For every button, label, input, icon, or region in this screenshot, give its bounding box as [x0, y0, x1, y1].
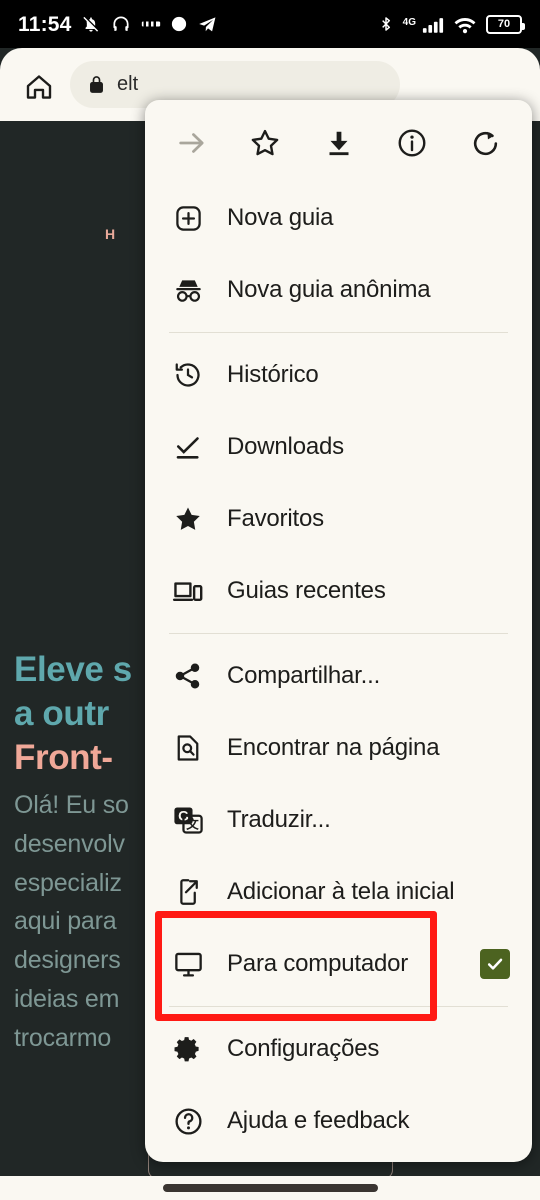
status-bar-left: 11:54: [18, 14, 218, 35]
wifi-icon: [454, 17, 476, 33]
page-info-button[interactable]: [391, 122, 433, 164]
menu-divider: [169, 332, 508, 333]
overflow-menu: Nova guia Nova guia anônima Histórico Do…: [145, 100, 532, 1162]
downloads-icon: [171, 432, 205, 462]
menu-item-label: Favoritos: [227, 505, 324, 532]
menu-item-label: Downloads: [227, 433, 344, 460]
recent-tabs-icon: [171, 575, 205, 607]
menu-item-label: Nova guia: [227, 204, 334, 231]
menu-divider: [169, 633, 508, 634]
status-bar-clock: 11:54: [18, 12, 72, 36]
bluetooth-icon: [381, 17, 390, 31]
lock-icon: [90, 76, 103, 93]
system-navigation-bar: [0, 1176, 540, 1200]
url-text: elt: [117, 73, 139, 95]
checkmark-icon: [487, 958, 503, 970]
translate-icon: G 文: [171, 804, 205, 836]
help-icon: [171, 1106, 205, 1137]
menu-item-recent-tabs[interactable]: Guias recentes: [145, 555, 532, 627]
menu-item-request-desktop-site[interactable]: Para computador: [145, 928, 532, 1000]
incognito-icon: [171, 274, 205, 307]
app-badge-icon: [141, 19, 160, 29]
telegram-icon: [198, 16, 215, 31]
forward-button[interactable]: [171, 122, 213, 164]
menu-item-new-incognito-tab[interactable]: Nova guia anônima: [145, 254, 532, 326]
menu-toolbar: [145, 100, 532, 182]
network-type-label: 4G: [402, 17, 416, 28]
circle-icon: [171, 16, 186, 32]
gesture-pill[interactable]: [162, 1184, 378, 1192]
menu-item-list: Nova guia Nova guia anônima Histórico Do…: [145, 182, 532, 1162]
menu-item-settings[interactable]: Configurações: [145, 1013, 532, 1085]
cellular-signal-icon: [422, 17, 444, 33]
status-bar-right: 4G 70: [378, 13, 525, 35]
menu-item-bookmarks[interactable]: Favoritos: [145, 483, 532, 555]
menu-item-label: Histórico: [227, 361, 319, 388]
headphones-icon: [113, 16, 129, 31]
menu-item-label: Compartilhar...: [227, 662, 381, 689]
bookmark-button[interactable]: [244, 122, 286, 164]
star-icon: [251, 129, 279, 156]
menu-item-label: Adicionar à tela inicial: [227, 878, 455, 905]
menu-item-label: Traduzir...: [227, 806, 331, 833]
history-icon: [171, 360, 205, 390]
menu-item-downloads[interactable]: Downloads: [145, 411, 532, 483]
menu-item-help-and-feedback[interactable]: Ajuda e feedback: [145, 1085, 532, 1157]
menu-item-label: Configurações: [227, 1035, 380, 1062]
menu-item-label: Guias recentes: [227, 577, 386, 604]
download-icon: [329, 131, 348, 156]
menu-item-share[interactable]: Compartilhar...: [145, 640, 532, 712]
find-in-page-icon: [171, 733, 205, 763]
settings-gear-icon: [171, 1034, 205, 1064]
forward-arrow-icon: [179, 133, 204, 153]
home-button[interactable]: [20, 68, 58, 106]
browser-window: elt H Eleve s a outr Front- Olá! Eu so d…: [0, 48, 540, 1176]
menu-item-label: Nova guia anônima: [227, 276, 431, 303]
page-eyebrow: H: [105, 226, 116, 242]
mute-bell-icon: [82, 16, 98, 32]
menu-item-label: Para computador: [227, 950, 409, 977]
share-icon: [171, 661, 205, 691]
svg-text:文: 文: [186, 817, 199, 832]
new-tab-icon: [171, 203, 205, 234]
battery-icon: 70: [486, 14, 525, 34]
menu-item-history[interactable]: Histórico: [145, 339, 532, 411]
menu-divider: [169, 1006, 508, 1007]
bookmark-star-icon: [171, 504, 205, 534]
battery-level-label: 70: [497, 17, 511, 30]
menu-item-translate[interactable]: G 文 Traduzir...: [145, 784, 532, 856]
status-bar: 11:54 4G 70: [0, 0, 540, 48]
download-button[interactable]: [318, 122, 360, 164]
menu-item-new-tab[interactable]: Nova guia: [145, 182, 532, 254]
desktop-site-checkbox[interactable]: [480, 949, 510, 979]
info-icon: [398, 129, 426, 157]
menu-item-label: Encontrar na página: [227, 734, 440, 761]
phone-screen: 11:54 4G 70 elt H Eleve s a outr Front- …: [0, 0, 540, 1200]
reload-icon: [473, 131, 497, 155]
menu-item-label: Ajuda e feedback: [227, 1107, 410, 1134]
add-to-home-icon: [171, 877, 205, 907]
menu-item-find-in-page[interactable]: Encontrar na página: [145, 712, 532, 784]
reload-button[interactable]: [464, 122, 506, 164]
home-icon: [26, 75, 52, 99]
desktop-monitor-icon: [171, 949, 205, 980]
menu-item-add-to-home-screen[interactable]: Adicionar à tela inicial: [145, 856, 532, 928]
